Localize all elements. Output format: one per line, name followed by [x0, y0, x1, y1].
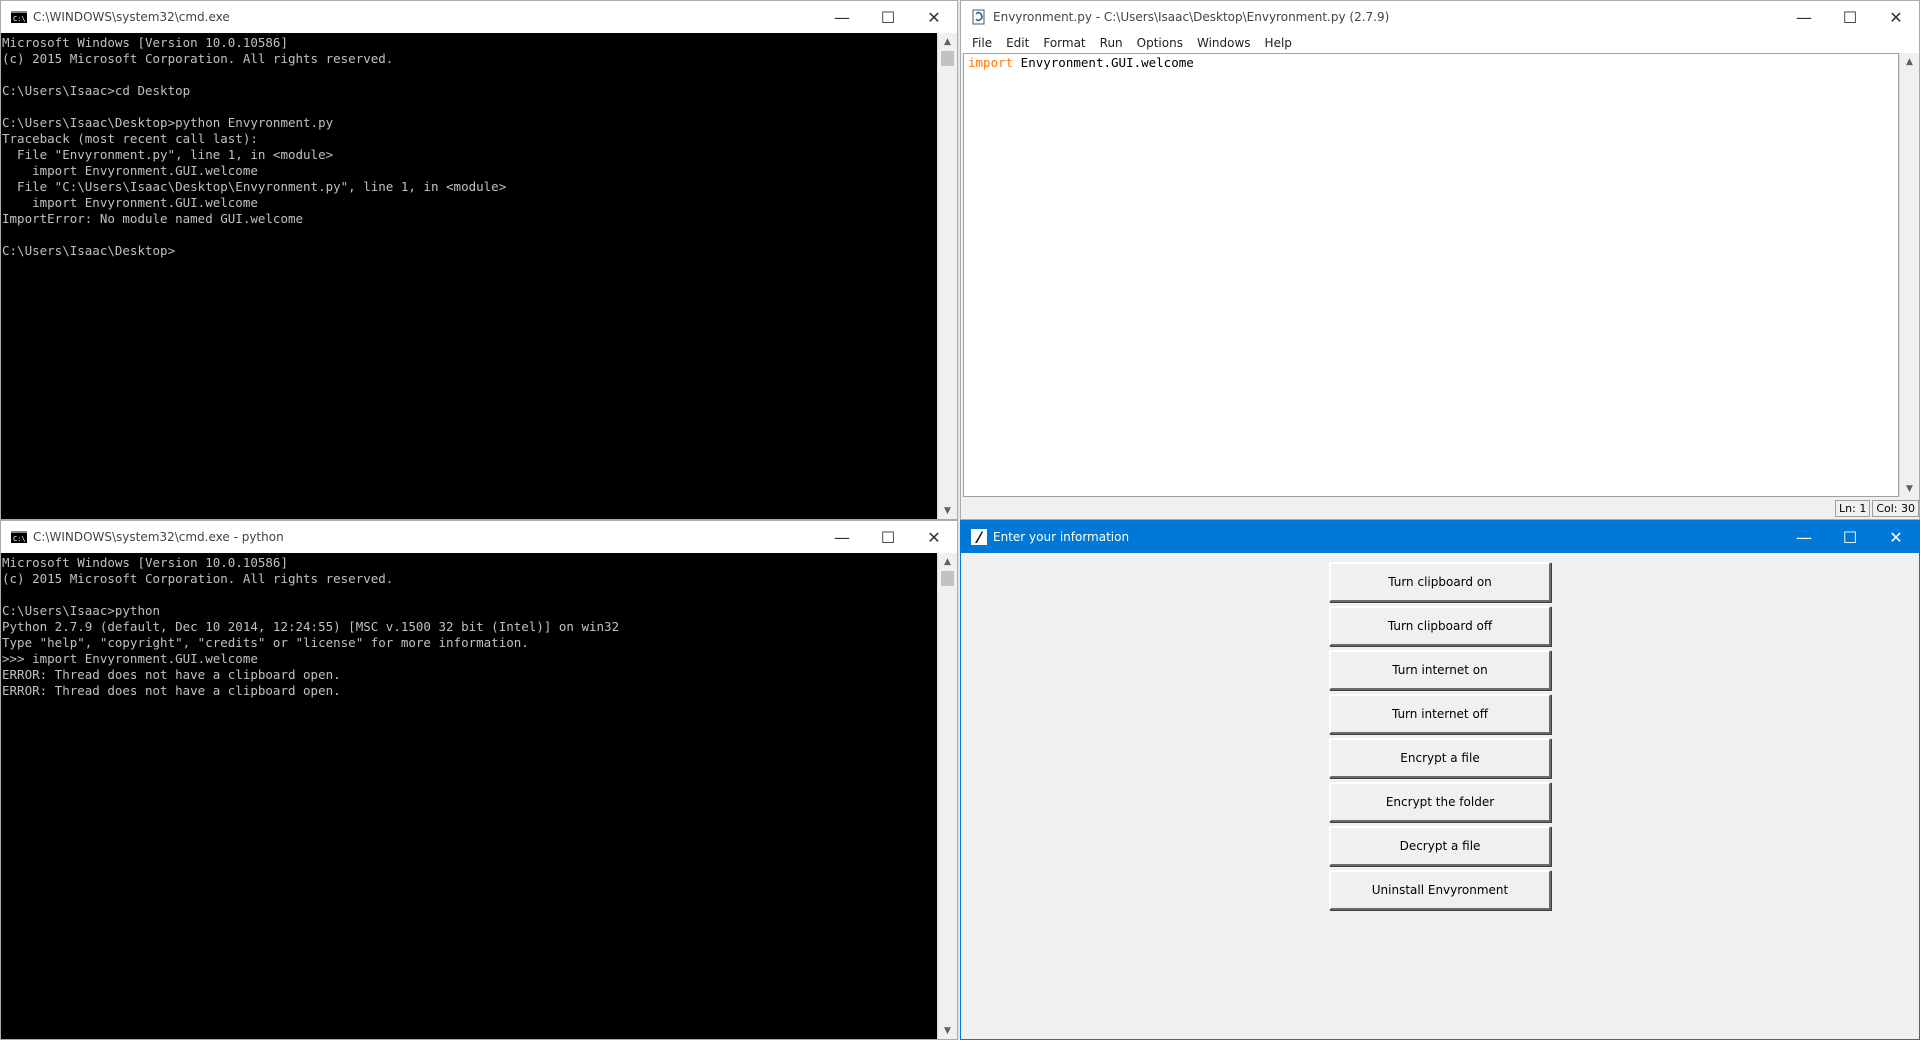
code-text: Envyronment.GUI.welcome — [1013, 55, 1194, 70]
maximize-button[interactable]: ☐ — [1827, 1, 1873, 33]
console-output[interactable]: Microsoft Windows [Version 10.0.10586] (c… — [1, 553, 937, 1039]
code-editor[interactable]: import Envyronment.GUI.welcome — [963, 53, 1899, 497]
scroll-thumb[interactable] — [941, 571, 954, 586]
tk-title-bar[interactable]: Enter your information — ☐ ✕ — [961, 521, 1919, 553]
status-bar: Ln: 1 Col: 30 — [961, 497, 1919, 519]
scroll-up-icon[interactable]: ▲ — [938, 553, 957, 570]
minimize-button[interactable]: — — [819, 521, 865, 553]
menu-run[interactable]: Run — [1093, 36, 1130, 50]
console-line: Microsoft Windows [Version 10.0.10586] — [2, 555, 288, 570]
menu-options[interactable]: Options — [1130, 36, 1190, 50]
minimize-button[interactable]: — — [1781, 1, 1827, 33]
maximize-button[interactable]: ☐ — [865, 521, 911, 553]
scroll-down-icon[interactable]: ▼ — [1900, 480, 1919, 497]
close-button[interactable]: ✕ — [911, 521, 957, 553]
close-button[interactable]: ✕ — [911, 1, 957, 33]
console-line: File "Envyronment.py", line 1, in <modul… — [2, 147, 334, 162]
tk-window[interactable]: Enter your information — ☐ ✕ Turn clipbo… — [960, 520, 1920, 1040]
scroll-down-icon[interactable]: ▼ — [938, 502, 957, 519]
minimize-button[interactable]: — — [819, 1, 865, 33]
cmd-title-bar[interactable]: C:\ C:\WINDOWS\system32\cmd.exe — ☐ ✕ — [1, 1, 957, 33]
console-line: ERROR: Thread does not have a clipboard … — [2, 683, 341, 698]
cmd-window-bottom[interactable]: C:\ C:\WINDOWS\system32\cmd.exe - python… — [0, 520, 958, 1040]
console-line: C:\Users\Isaac\Desktop>python Envyronmen… — [2, 115, 334, 130]
encrypt-file-button[interactable]: Encrypt a file — [1329, 738, 1551, 778]
console-line: Python 2.7.9 (default, Dec 10 2014, 12:2… — [2, 619, 620, 634]
console-line: (c) 2015 Microsoft Corporation. All righ… — [2, 51, 394, 66]
turn-clipboard-on-button[interactable]: Turn clipboard on — [1329, 562, 1551, 602]
idle-title: Envyronment.py - C:\Users\Isaac\Desktop\… — [993, 10, 1390, 24]
svg-text:C:\: C:\ — [13, 15, 26, 23]
minimize-button[interactable]: — — [1781, 521, 1827, 553]
cmd-icon: C:\ — [11, 11, 27, 23]
status-line: Ln: 1 — [1835, 499, 1871, 517]
console-line: C:\Users\Isaac\Desktop> — [2, 243, 176, 258]
turn-internet-on-button[interactable]: Turn internet on — [1329, 650, 1551, 690]
scroll-down-icon[interactable]: ▼ — [938, 1022, 957, 1039]
close-button[interactable]: ✕ — [1873, 1, 1919, 33]
scroll-up-icon[interactable]: ▲ — [938, 33, 957, 50]
idle-editor-window[interactable]: Envyronment.py - C:\Users\Isaac\Desktop\… — [960, 0, 1920, 520]
vertical-scrollbar[interactable]: ▲ ▼ — [937, 33, 957, 519]
cmd-title-bar[interactable]: C:\ C:\WINDOWS\system32\cmd.exe - python… — [1, 521, 957, 553]
vertical-scrollbar[interactable]: ▲ ▼ — [937, 553, 957, 1039]
code-keyword: import — [968, 55, 1014, 70]
feather-icon — [971, 529, 987, 545]
maximize-button[interactable]: ☐ — [1827, 521, 1873, 553]
tk-title: Enter your information — [993, 530, 1130, 544]
console-line: >>> import Envyronment.GUI.welcome — [2, 651, 258, 666]
tk-body: Turn clipboard on Turn clipboard off Tur… — [961, 553, 1919, 1039]
uninstall-button[interactable]: Uninstall Envyronment — [1329, 870, 1551, 910]
scroll-up-icon[interactable]: ▲ — [1900, 53, 1919, 70]
menu-edit[interactable]: Edit — [999, 36, 1036, 50]
idle-file-icon — [972, 9, 985, 25]
status-column: Col: 30 — [1872, 499, 1919, 517]
cmd-title: C:\WINDOWS\system32\cmd.exe — [33, 10, 230, 24]
close-button[interactable]: ✕ — [1873, 521, 1919, 553]
scroll-thumb[interactable] — [941, 51, 954, 66]
menu-format[interactable]: Format — [1036, 36, 1092, 50]
idle-menu-bar: File Edit Format Run Options Windows Hel… — [961, 33, 1919, 53]
menu-help[interactable]: Help — [1258, 36, 1299, 50]
maximize-button[interactable]: ☐ — [865, 1, 911, 33]
editor-scrollbar[interactable]: ▲ ▼ — [1899, 53, 1919, 497]
console-line: import Envyronment.GUI.welcome — [2, 163, 258, 178]
console-line: ERROR: Thread does not have a clipboard … — [2, 667, 341, 682]
turn-clipboard-off-button[interactable]: Turn clipboard off — [1329, 606, 1551, 646]
console-line: (c) 2015 Microsoft Corporation. All righ… — [2, 571, 394, 586]
console-line: C:\Users\Isaac>cd Desktop — [2, 83, 191, 98]
cmd-icon: C:\ — [11, 531, 27, 543]
console-line: File "C:\Users\Isaac\Desktop\Envyronment… — [2, 179, 507, 194]
menu-windows[interactable]: Windows — [1190, 36, 1258, 50]
console-output[interactable]: Microsoft Windows [Version 10.0.10586] (c… — [1, 33, 937, 519]
svg-text:C:\: C:\ — [13, 535, 26, 543]
console-line: Type "help", "copyright", "credits" or "… — [2, 635, 529, 650]
turn-internet-off-button[interactable]: Turn internet off — [1329, 694, 1551, 734]
console-line: C:\Users\Isaac>python — [2, 603, 161, 618]
console-line: import Envyronment.GUI.welcome — [2, 195, 258, 210]
encrypt-folder-button[interactable]: Encrypt the folder — [1329, 782, 1551, 822]
menu-file[interactable]: File — [965, 36, 999, 50]
console-line: Microsoft Windows [Version 10.0.10586] — [2, 35, 288, 50]
decrypt-file-button[interactable]: Decrypt a file — [1329, 826, 1551, 866]
console-line: ImportError: No module named GUI.welcome — [2, 211, 304, 226]
idle-title-bar[interactable]: Envyronment.py - C:\Users\Isaac\Desktop\… — [961, 1, 1919, 33]
cmd-title: C:\WINDOWS\system32\cmd.exe - python — [33, 530, 284, 544]
console-line: Traceback (most recent call last): — [2, 131, 258, 146]
cmd-window-top[interactable]: C:\ C:\WINDOWS\system32\cmd.exe — ☐ ✕ Mi… — [0, 0, 958, 520]
